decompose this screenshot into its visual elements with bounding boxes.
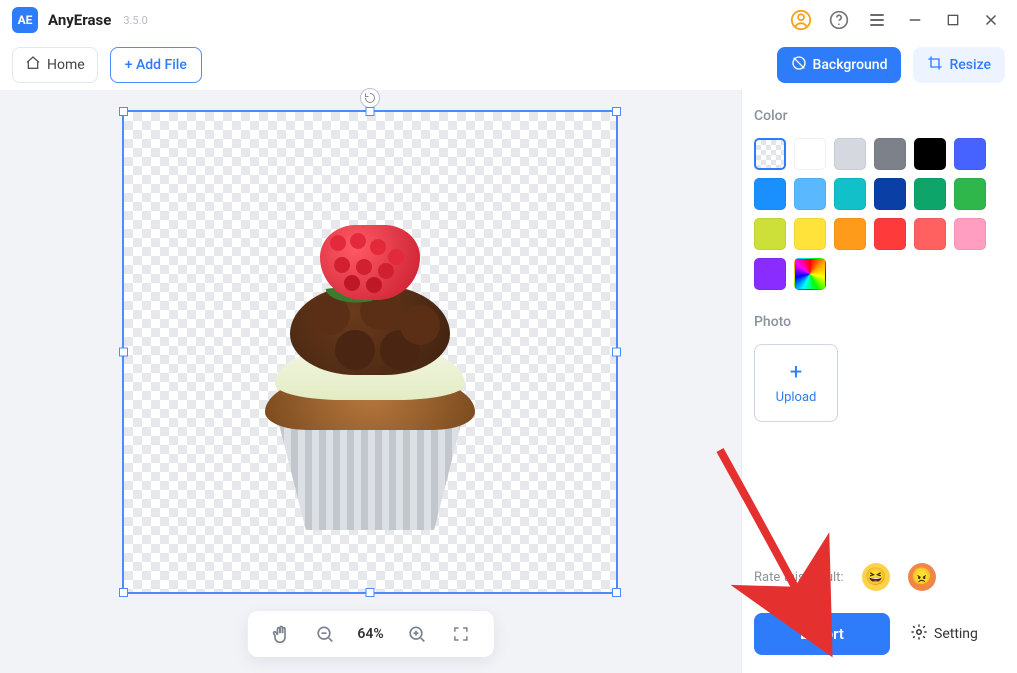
menu-icon[interactable] [863, 6, 891, 34]
crop-icon [927, 55, 943, 75]
color-swatch-red[interactable] [874, 218, 906, 250]
add-file-label: + Add File [125, 57, 187, 73]
setting-label: Setting [934, 626, 978, 642]
export-label: Export [800, 625, 844, 643]
handle-bottom-left[interactable] [119, 588, 128, 597]
color-swatch-teal[interactable] [834, 178, 866, 210]
app-name: AnyErase [48, 11, 111, 29]
minimize-icon[interactable] [901, 6, 929, 34]
color-swatch-green[interactable] [914, 178, 946, 210]
zoom-in-icon[interactable] [406, 623, 428, 645]
app-version: 3.5.0 [123, 14, 147, 27]
handle-bottom-right[interactable] [612, 588, 621, 597]
handle-bottom-mid[interactable] [366, 588, 375, 597]
canvas-image[interactable] [250, 250, 490, 530]
upload-label: Upload [776, 390, 817, 405]
canvas-area: 64% [0, 90, 742, 673]
user-icon[interactable] [787, 6, 815, 34]
color-swatch-lightgray[interactable] [834, 138, 866, 170]
color-swatch-green2[interactable] [954, 178, 986, 210]
rate-sad-icon[interactable]: 😠 [908, 563, 936, 591]
color-swatch-coral[interactable] [914, 218, 946, 250]
rotate-handle-icon[interactable] [360, 88, 380, 108]
color-swatch-orange[interactable] [834, 218, 866, 250]
upload-photo-button[interactable]: + Upload [754, 344, 838, 422]
rate-label: Rate this result: [754, 570, 844, 585]
home-label: Home [47, 57, 85, 73]
handle-mid-right[interactable] [612, 348, 621, 357]
zoom-level: 64% [357, 626, 383, 642]
zoom-out-icon[interactable] [313, 623, 335, 645]
background-label: Background [813, 57, 888, 73]
color-swatch-pink[interactable] [954, 218, 986, 250]
side-panel: Color Photo + Upload Rate this result: 😆… [742, 90, 1017, 673]
handle-mid-left[interactable] [119, 348, 128, 357]
home-button[interactable]: Home [12, 47, 98, 83]
color-swatch-black[interactable] [914, 138, 946, 170]
image-canvas[interactable] [122, 110, 618, 594]
add-file-button[interactable]: + Add File [110, 47, 202, 83]
handle-top-right[interactable] [612, 107, 621, 116]
color-swatch-purple[interactable] [754, 258, 786, 290]
setting-button[interactable]: Setting [910, 623, 978, 645]
pan-hand-icon[interactable] [269, 623, 291, 645]
color-swatch-lightblue[interactable] [794, 178, 826, 210]
color-swatch-lime[interactable] [754, 218, 786, 250]
rate-happy-icon[interactable]: 😆 [862, 563, 890, 591]
export-button[interactable]: Export [754, 613, 890, 655]
maximize-icon[interactable] [939, 6, 967, 34]
main: 64% Color Photo + Upload Rate this resul… [0, 90, 1017, 673]
color-swatch-rainbow[interactable] [794, 258, 826, 290]
handle-top-left[interactable] [119, 107, 128, 116]
resize-label: Resize [949, 57, 991, 73]
photo-section-label: Photo [754, 314, 1005, 330]
resize-button[interactable]: Resize [913, 47, 1005, 83]
color-swatch-skyblue[interactable] [754, 178, 786, 210]
close-icon[interactable] [977, 6, 1005, 34]
zoom-toolbar: 64% [247, 611, 493, 657]
toolbar: Home + Add File Background Resize [0, 40, 1017, 90]
plus-icon: + [790, 362, 802, 384]
color-swatch-white[interactable] [794, 138, 826, 170]
rate-row: Rate this result: 😆 😠 [754, 563, 1005, 591]
help-icon[interactable] [825, 6, 853, 34]
handle-top-mid[interactable] [366, 107, 375, 116]
color-section-label: Color [754, 108, 1005, 124]
color-swatch-gray[interactable] [874, 138, 906, 170]
color-swatch-yellow[interactable] [794, 218, 826, 250]
app-logo: AE [12, 7, 38, 33]
color-swatch-transparent[interactable] [754, 138, 786, 170]
titlebar: AE AnyErase 3.5.0 [0, 0, 1017, 40]
gear-icon [910, 623, 928, 645]
color-swatch-navy[interactable] [874, 178, 906, 210]
color-swatches [754, 138, 1005, 290]
background-icon [791, 55, 807, 75]
color-swatch-blue[interactable] [954, 138, 986, 170]
fullscreen-icon[interactable] [450, 623, 472, 645]
background-button[interactable]: Background [777, 47, 902, 83]
home-icon [25, 55, 41, 75]
